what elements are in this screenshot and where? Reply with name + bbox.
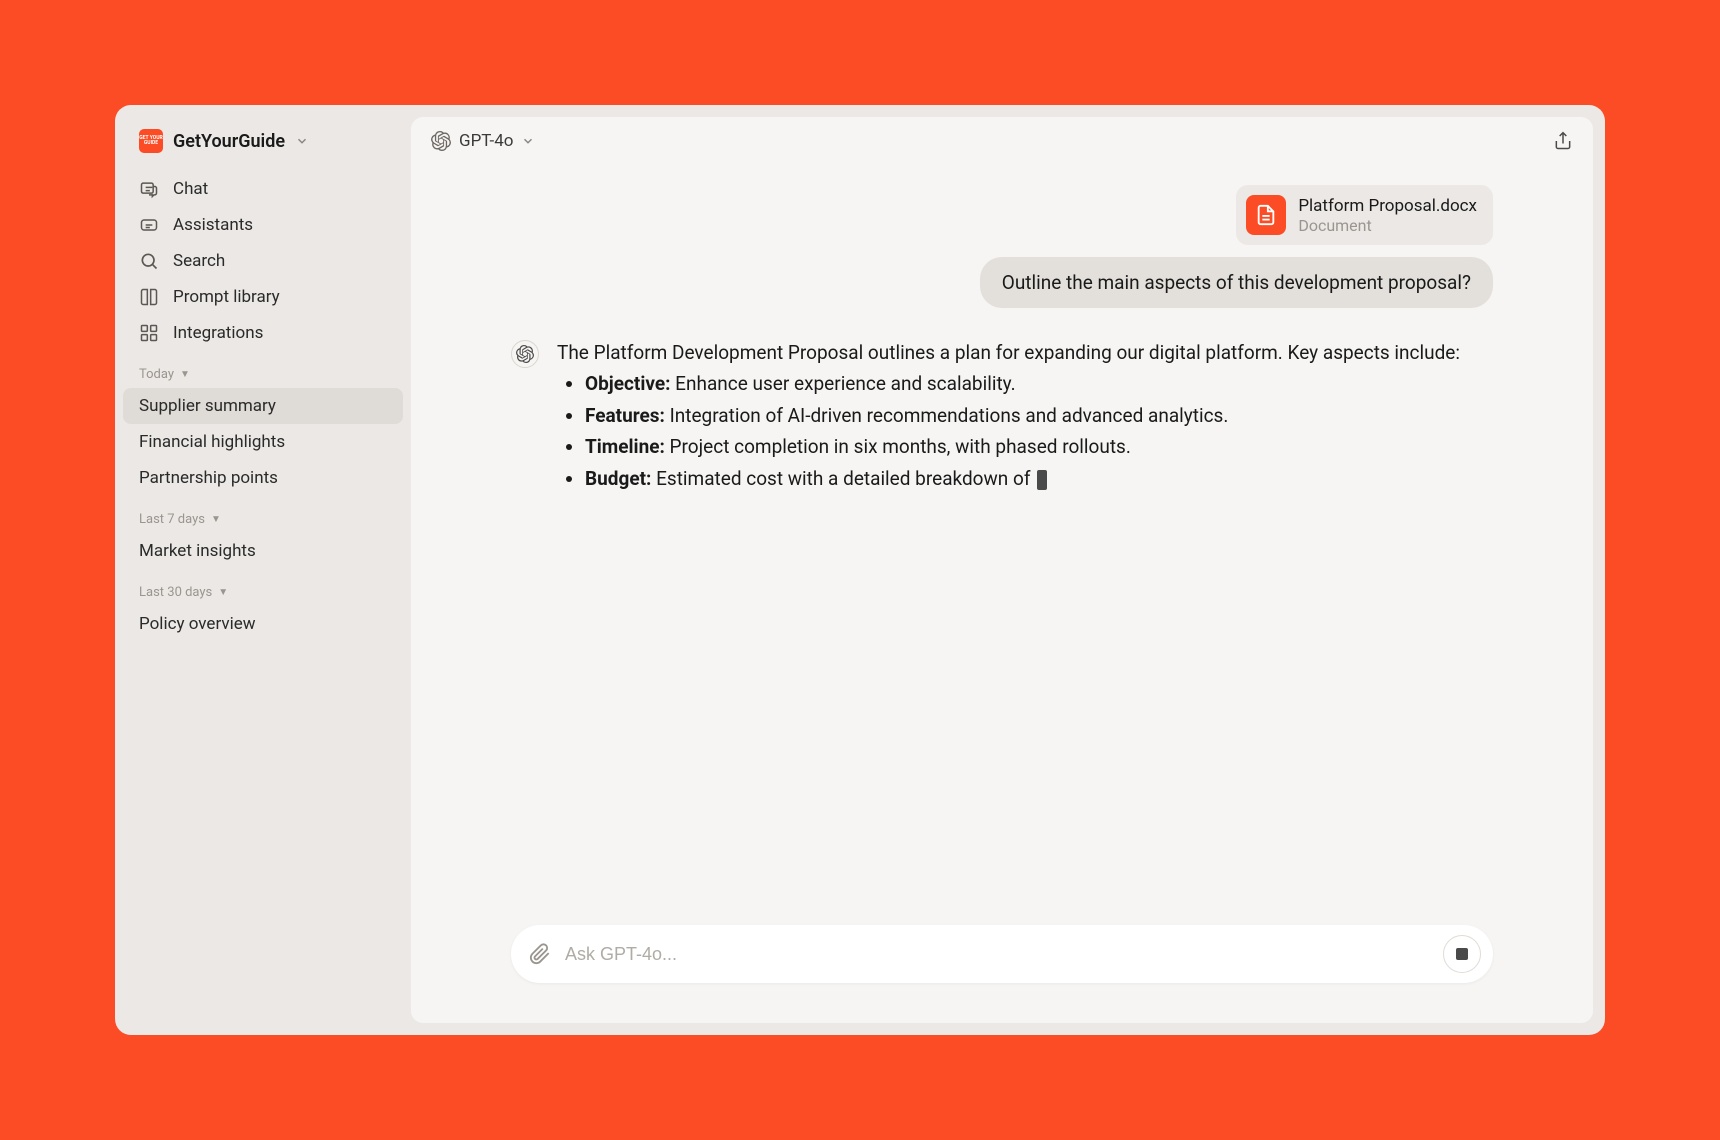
document-icon [1255, 204, 1277, 226]
search-icon [139, 251, 159, 271]
nav-search-label: Search [173, 251, 225, 271]
grid-icon [139, 323, 159, 343]
workspace-switcher[interactable]: GET YOUR GUIDE GetYourGuide [123, 125, 403, 171]
history-item-market-insights[interactable]: Market insights [123, 533, 403, 569]
history-item-policy-overview[interactable]: Policy overview [123, 606, 403, 642]
caret-down-icon: ▼ [180, 369, 190, 380]
user-message: Outline the main aspects of this develop… [980, 257, 1493, 308]
section-today-header[interactable]: Today ▼ [123, 351, 403, 388]
section-today-label: Today [139, 367, 174, 382]
attachment-info: Platform Proposal.docx Document [1298, 196, 1477, 235]
assistant-avatar [511, 340, 539, 368]
input-bar-wrap [411, 925, 1593, 1023]
chat-icon [139, 179, 159, 199]
section-last30-header[interactable]: Last 30 days ▼ [123, 569, 403, 606]
app-window: GET YOUR GUIDE GetYourGuide Chat Assista… [115, 105, 1605, 1035]
message-input[interactable] [565, 944, 1429, 965]
model-selector[interactable]: GPT-4o [431, 131, 535, 151]
chevron-down-icon [521, 134, 535, 148]
paperclip-icon[interactable] [529, 943, 551, 965]
assistant-message-block: The Platform Development Proposal outlin… [511, 338, 1493, 495]
nav-prompt-library[interactable]: Prompt library [123, 279, 403, 315]
book-icon [139, 287, 159, 307]
nav-search[interactable]: Search [123, 243, 403, 279]
attachment-title: Platform Proposal.docx [1298, 196, 1477, 216]
bullet-features: Features: Integration of AI-driven recom… [585, 401, 1460, 430]
caret-down-icon: ▼ [211, 514, 221, 525]
conversation: Platform Proposal.docx Document Outline … [411, 165, 1593, 925]
typing-cursor [1037, 470, 1047, 490]
nav-assistants-label: Assistants [173, 215, 253, 235]
section-last7-label: Last 7 days [139, 512, 205, 527]
model-name: GPT-4o [459, 131, 513, 151]
assistant-content: The Platform Development Proposal outlin… [557, 338, 1460, 495]
history-item-supplier-summary[interactable]: Supplier summary [123, 388, 403, 424]
assistant-intro: The Platform Development Proposal outlin… [557, 341, 1460, 364]
section-last7-header[interactable]: Last 7 days ▼ [123, 496, 403, 533]
main-header: GPT-4o [411, 117, 1593, 165]
attachment-card[interactable]: Platform Proposal.docx Document [1236, 185, 1493, 245]
assistants-icon [139, 215, 159, 235]
nav-chat[interactable]: Chat [123, 171, 403, 207]
share-icon[interactable] [1553, 131, 1573, 151]
bullet-objective: Objective: Enhance user experience and s… [585, 369, 1460, 398]
openai-icon [516, 345, 534, 363]
caret-down-icon: ▼ [218, 587, 228, 598]
history-item-partnership-points[interactable]: Partnership points [123, 460, 403, 496]
nav-integrations[interactable]: Integrations [123, 315, 403, 351]
bullet-budget: Budget: Estimated cost with a detailed b… [585, 464, 1460, 493]
nav-integrations-label: Integrations [173, 323, 263, 343]
attachment-type: Document [1298, 216, 1477, 235]
nav-assistants[interactable]: Assistants [123, 207, 403, 243]
stop-icon [1456, 948, 1468, 960]
bullet-timeline: Timeline: Project completion in six mont… [585, 432, 1460, 461]
document-icon-box [1246, 195, 1286, 235]
input-bar [511, 925, 1493, 983]
nav-prompt-library-label: Prompt library [173, 287, 280, 307]
main-panel: GPT-4o Platform Proposal.docx Document O… [411, 117, 1593, 1023]
openai-icon [431, 131, 451, 151]
chevron-down-icon [295, 134, 309, 148]
workspace-name: GetYourGuide [173, 131, 285, 152]
stop-button[interactable] [1443, 935, 1481, 973]
user-message-block: Platform Proposal.docx Document Outline … [511, 185, 1493, 308]
assistant-bullet-list: Objective: Enhance user experience and s… [557, 369, 1460, 493]
history-item-financial-highlights[interactable]: Financial highlights [123, 424, 403, 460]
nav-chat-label: Chat [173, 179, 208, 199]
section-last30-label: Last 30 days [139, 585, 212, 600]
sidebar: GET YOUR GUIDE GetYourGuide Chat Assista… [115, 105, 411, 1035]
workspace-logo: GET YOUR GUIDE [139, 129, 163, 153]
